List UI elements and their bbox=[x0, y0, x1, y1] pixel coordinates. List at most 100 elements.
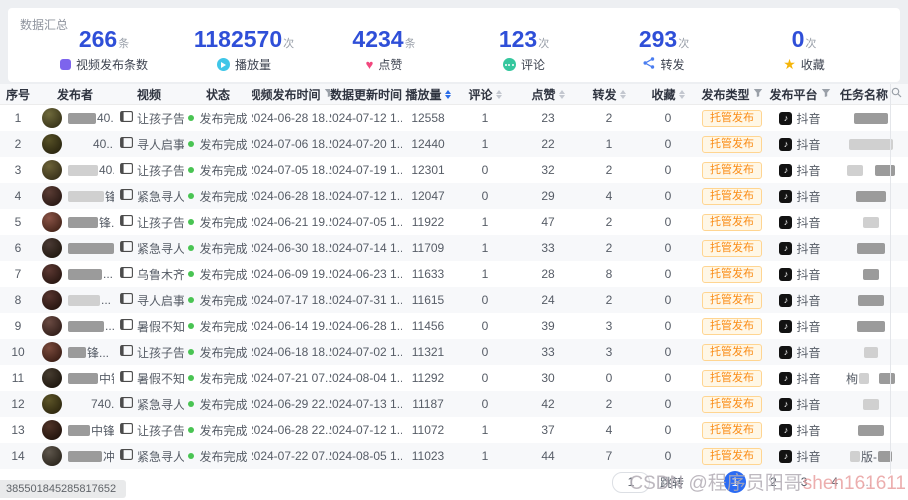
cell-task-name bbox=[834, 216, 908, 228]
page-jump-label[interactable]: 跳转 bbox=[660, 474, 684, 491]
cell-index: 8 bbox=[14, 293, 22, 307]
col-header-favorites[interactable]: 收藏 bbox=[638, 86, 698, 103]
column-label: 收藏 bbox=[651, 87, 676, 102]
cell-update-time: 2024-08-04 1... bbox=[330, 371, 402, 385]
col-header-task[interactable]: 任务名称 bbox=[834, 86, 908, 103]
stat-value: 293 bbox=[638, 26, 678, 52]
cell-index: 1 bbox=[14, 111, 22, 125]
cell-plays: 11321 bbox=[411, 345, 445, 359]
column-label: 发布平台 bbox=[769, 87, 818, 102]
browser-status-bar: 385501845285817652 bbox=[0, 480, 127, 498]
stat-unit: 次 bbox=[805, 38, 817, 50]
cell-video: 让孩子告... bbox=[114, 344, 184, 361]
publisher-name-fragment: 40... bbox=[99, 163, 114, 177]
cell-favorites: 0 bbox=[664, 267, 672, 281]
search-icon[interactable] bbox=[891, 87, 902, 101]
publish-type-tag: 托管发布 bbox=[702, 265, 762, 283]
avatar bbox=[42, 108, 62, 128]
publish-type-tag: 托管发布 bbox=[702, 135, 762, 153]
sort-icon[interactable] bbox=[678, 89, 685, 99]
platform-name: 抖音 bbox=[796, 319, 821, 334]
page-button[interactable]: 4 bbox=[831, 475, 838, 489]
page-jump-input[interactable]: 1 bbox=[612, 471, 650, 493]
page-ellipsis[interactable]: ... bbox=[862, 475, 872, 489]
cell-shares: 2 bbox=[605, 111, 613, 125]
page-button-active[interactable]: 1 bbox=[724, 471, 747, 493]
status-dot bbox=[188, 193, 195, 199]
cell-status: 发布完成 bbox=[184, 422, 252, 439]
col-header-likes[interactable]: 点赞 bbox=[516, 86, 580, 103]
sort-icon[interactable] bbox=[558, 89, 565, 99]
stat-video_count: 266 条视频发布条数 bbox=[34, 26, 174, 73]
col-header-publish_time[interactable]: 视频发布时间 bbox=[252, 86, 330, 103]
status-text: 发布完成 bbox=[199, 319, 248, 334]
cell-status: 发布完成 bbox=[184, 266, 252, 283]
sort-icon[interactable] bbox=[444, 89, 451, 99]
cell-favorites: 0 bbox=[664, 397, 672, 411]
cell-plays: 11709 bbox=[411, 241, 445, 255]
status-text: 发布完成 bbox=[199, 397, 248, 412]
douyin-icon: ♪ bbox=[779, 345, 793, 359]
page-button[interactable]: 2 bbox=[770, 475, 777, 489]
publisher-name-fragment: 中锋... bbox=[91, 423, 114, 438]
censor-block bbox=[68, 294, 100, 306]
cell-video: 让孩子告... bbox=[114, 214, 184, 231]
stats-row: 266 条视频发布条数 1182570 次播放量 4234 条 ♥ 点赞 123 次评论 293 次转… bbox=[34, 26, 874, 73]
sort-icon[interactable] bbox=[619, 89, 626, 99]
cell-comments: 1 bbox=[481, 111, 489, 125]
video-icon bbox=[120, 397, 137, 411]
publish-type-tag: 托管发布 bbox=[702, 369, 762, 387]
filter-icon[interactable] bbox=[753, 87, 763, 101]
censor-block bbox=[856, 190, 886, 202]
cell-index: 5 bbox=[14, 215, 22, 229]
cell-likes: 39 bbox=[541, 319, 555, 333]
filter-icon[interactable] bbox=[821, 87, 831, 101]
cell-update-time: 2024-07-20 1... bbox=[330, 137, 402, 151]
column-label: 序号 bbox=[5, 87, 30, 102]
cell-favorites: 0 bbox=[664, 423, 672, 437]
cell-publisher: 锋... bbox=[36, 342, 114, 362]
page-button[interactable]: 3 bbox=[801, 475, 808, 489]
col-header-comments[interactable]: 评论 bbox=[454, 86, 516, 103]
cell-likes: 28 bbox=[541, 267, 555, 281]
cell-index: 11 bbox=[11, 371, 25, 385]
censor-block bbox=[68, 320, 104, 332]
avatar bbox=[42, 264, 62, 284]
cell-shares: 2 bbox=[605, 397, 613, 411]
censor-block bbox=[854, 112, 888, 124]
status-dot bbox=[188, 323, 195, 329]
cell-video: 暑假不知... bbox=[114, 370, 184, 387]
table-row: 4 锋... 紧急寻人... 发布完成 2024-06-28 18...2024-07-… bbox=[0, 183, 908, 209]
video-title: 暑假不知... bbox=[137, 319, 184, 334]
cell-update-time: 2024-07-12 1... bbox=[330, 189, 402, 203]
column-label: 点赞 bbox=[531, 87, 556, 102]
cell-platform: ♪ 抖音 bbox=[766, 344, 834, 361]
cell-publish-type: 托管发布 bbox=[698, 447, 766, 465]
col-header-shares[interactable]: 转发 bbox=[580, 86, 638, 103]
platform-name: 抖音 bbox=[796, 371, 821, 386]
table-scrollbar[interactable] bbox=[890, 84, 891, 474]
cell-update-time: 2024-07-19 1... bbox=[330, 163, 402, 177]
cell-comments: 1 bbox=[481, 423, 489, 437]
video-title: 紧急寻人... bbox=[137, 449, 184, 464]
cell-index: 12 bbox=[11, 397, 25, 411]
cell-comments: 0 bbox=[481, 189, 489, 203]
comment-icon bbox=[502, 58, 516, 71]
video-title: 寻人启事... bbox=[137, 137, 184, 152]
cell-plays: 11292 bbox=[411, 371, 445, 385]
cell-status: 发布完成 bbox=[184, 318, 252, 335]
cell-publish-type: 托管发布 bbox=[698, 395, 766, 413]
cell-favorites: 0 bbox=[664, 189, 672, 203]
column-label: 评论 bbox=[468, 87, 493, 102]
col-header-publish_type[interactable]: 发布类型 bbox=[698, 86, 766, 103]
sort-icon[interactable] bbox=[495, 89, 502, 99]
stat-value: 0 bbox=[791, 26, 805, 52]
cell-status: 发布完成 bbox=[184, 162, 252, 179]
table-row: 12 740... 紧急寻人... 发布完成 2024-06-29 22...2024-… bbox=[0, 391, 908, 417]
censor-block bbox=[68, 372, 98, 384]
cell-task-name bbox=[834, 164, 908, 176]
col-header-plays[interactable]: 播放量 bbox=[402, 86, 454, 103]
col-header-platform[interactable]: 发布平台 bbox=[766, 86, 834, 103]
table-row: 1 40... 让孩子告... 发布完成 2024-06-28 18...2024-07… bbox=[0, 105, 908, 131]
cell-publisher: 740... bbox=[36, 394, 114, 414]
